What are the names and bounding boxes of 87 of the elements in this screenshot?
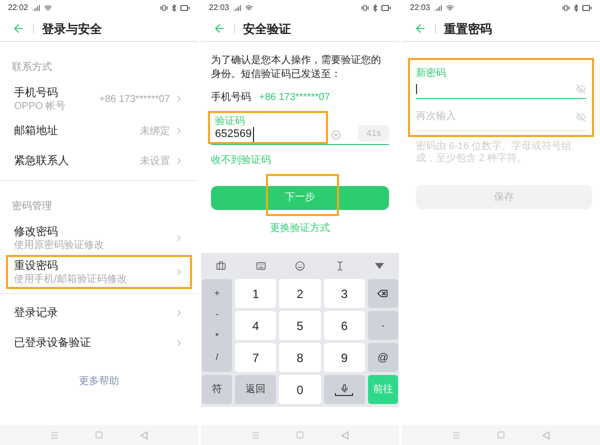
home-icon[interactable] xyxy=(95,431,104,439)
symbol-key[interactable]: / xyxy=(216,350,218,364)
signal-icon xyxy=(233,4,242,12)
back-icon[interactable] xyxy=(12,22,25,35)
vibrate-icon xyxy=(361,4,369,12)
battery-icon xyxy=(381,3,391,13)
wifi-icon xyxy=(44,4,52,12)
signal-icon xyxy=(32,4,40,12)
phone-number: +86 173******07 xyxy=(259,91,330,105)
item-value: 未设置 xyxy=(140,154,170,168)
item-subtitle: OPPO 帐号 xyxy=(14,101,67,114)
item-title[interactable]: 登录记录 xyxy=(14,304,174,322)
key[interactable]: 2 xyxy=(279,279,321,308)
key[interactable]: 4 xyxy=(235,311,276,340)
code-field[interactable]: 验证码 652569 xyxy=(211,113,327,145)
eye-off-icon[interactable] xyxy=(576,112,586,122)
status-time: 22:02 xyxy=(8,2,28,14)
field-label: 新密码 xyxy=(416,68,447,79)
key[interactable]: 7 xyxy=(235,343,276,372)
key[interactable]: 8 xyxy=(279,343,321,372)
confirm-password-input[interactable]: 再次输入 xyxy=(416,109,576,124)
home-icon[interactable] xyxy=(296,431,304,439)
phone-label: 手机号码 xyxy=(211,90,251,105)
symbol-key[interactable]: * xyxy=(215,330,219,344)
backspace-key[interactable] xyxy=(368,279,398,308)
backspace-icon xyxy=(377,288,388,300)
section-label: 密码管理 xyxy=(12,201,52,212)
page-title: 登录与安全 xyxy=(42,20,102,38)
briefcase-icon[interactable] xyxy=(216,261,226,272)
battery-icon xyxy=(582,3,592,13)
page-title: 重置密码 xyxy=(444,20,492,38)
key[interactable]: 9 xyxy=(324,343,365,372)
bluetooth-icon xyxy=(572,4,580,12)
key[interactable]: 5 xyxy=(279,311,321,340)
clear-icon[interactable] xyxy=(331,130,341,140)
collapse-icon[interactable] xyxy=(375,263,384,270)
back-triangle-icon[interactable] xyxy=(340,430,349,440)
item-title[interactable]: 已登录设备验证 xyxy=(14,334,174,352)
item-subtitle: 使用原密码验证修改 xyxy=(14,240,105,252)
item-title[interactable]: 紧急联系人 xyxy=(14,152,140,170)
intro-text: 为了确认是您本人操作，需要验证您的身份。短信验证码已发送至： xyxy=(211,54,382,82)
status-time: 22:03 xyxy=(410,2,430,14)
back-icon[interactable] xyxy=(213,22,226,35)
back-icon[interactable] xyxy=(414,22,427,35)
menu-icon[interactable] xyxy=(251,430,260,440)
item-title[interactable]: 手机号码 xyxy=(14,84,100,102)
back-triangle-icon[interactable] xyxy=(140,430,148,440)
key[interactable]: 6 xyxy=(324,311,365,340)
back-triangle-icon[interactable] xyxy=(542,430,550,440)
item-title[interactable]: 修改密码 xyxy=(14,224,174,240)
symbol-key[interactable]: - xyxy=(216,308,218,322)
code-value: 652569 xyxy=(215,127,254,142)
item-title[interactable]: 重设密码 xyxy=(14,258,174,274)
symbol-key[interactable]: + xyxy=(214,287,220,301)
item-value: +86 173******07 xyxy=(99,92,170,106)
vibrate-icon xyxy=(562,4,570,12)
mic-icon xyxy=(340,384,349,393)
key[interactable]: 1 xyxy=(235,279,276,308)
emoji-icon[interactable] xyxy=(295,261,306,272)
field-label: 验证码 xyxy=(215,116,246,127)
page-title: 安全验证 xyxy=(243,20,291,38)
voice-key[interactable] xyxy=(324,375,365,404)
key[interactable]: 符 xyxy=(202,375,232,404)
menu-icon[interactable] xyxy=(452,430,462,440)
battery-icon xyxy=(180,3,190,13)
menu-icon[interactable] xyxy=(50,430,60,440)
item-title[interactable]: 邮箱地址 xyxy=(14,122,140,140)
key[interactable]: 返回 xyxy=(235,375,276,404)
item-value: 未绑定 xyxy=(140,124,170,138)
text-cursor xyxy=(416,84,417,94)
item-subtitle: 使用手机/邮箱验证码修改 xyxy=(14,274,128,286)
key[interactable]: @ xyxy=(368,343,398,372)
key[interactable]: · xyxy=(368,311,398,340)
cursor-icon[interactable] xyxy=(335,261,346,272)
key[interactable]: 0 xyxy=(279,375,321,404)
bluetooth-icon xyxy=(371,4,379,12)
section-label: 联系方式 xyxy=(12,62,52,73)
bluetooth-icon xyxy=(170,4,178,12)
eye-off-icon[interactable] xyxy=(576,84,586,94)
home-icon[interactable] xyxy=(497,431,506,439)
vibrate-icon xyxy=(160,4,168,12)
keyboard-icon[interactable] xyxy=(256,261,266,272)
wifi-icon xyxy=(245,4,254,12)
signal-icon xyxy=(434,4,442,12)
status-time: 22:03 xyxy=(209,2,230,14)
key[interactable]: 3 xyxy=(324,279,365,308)
wifi-icon xyxy=(446,4,454,12)
